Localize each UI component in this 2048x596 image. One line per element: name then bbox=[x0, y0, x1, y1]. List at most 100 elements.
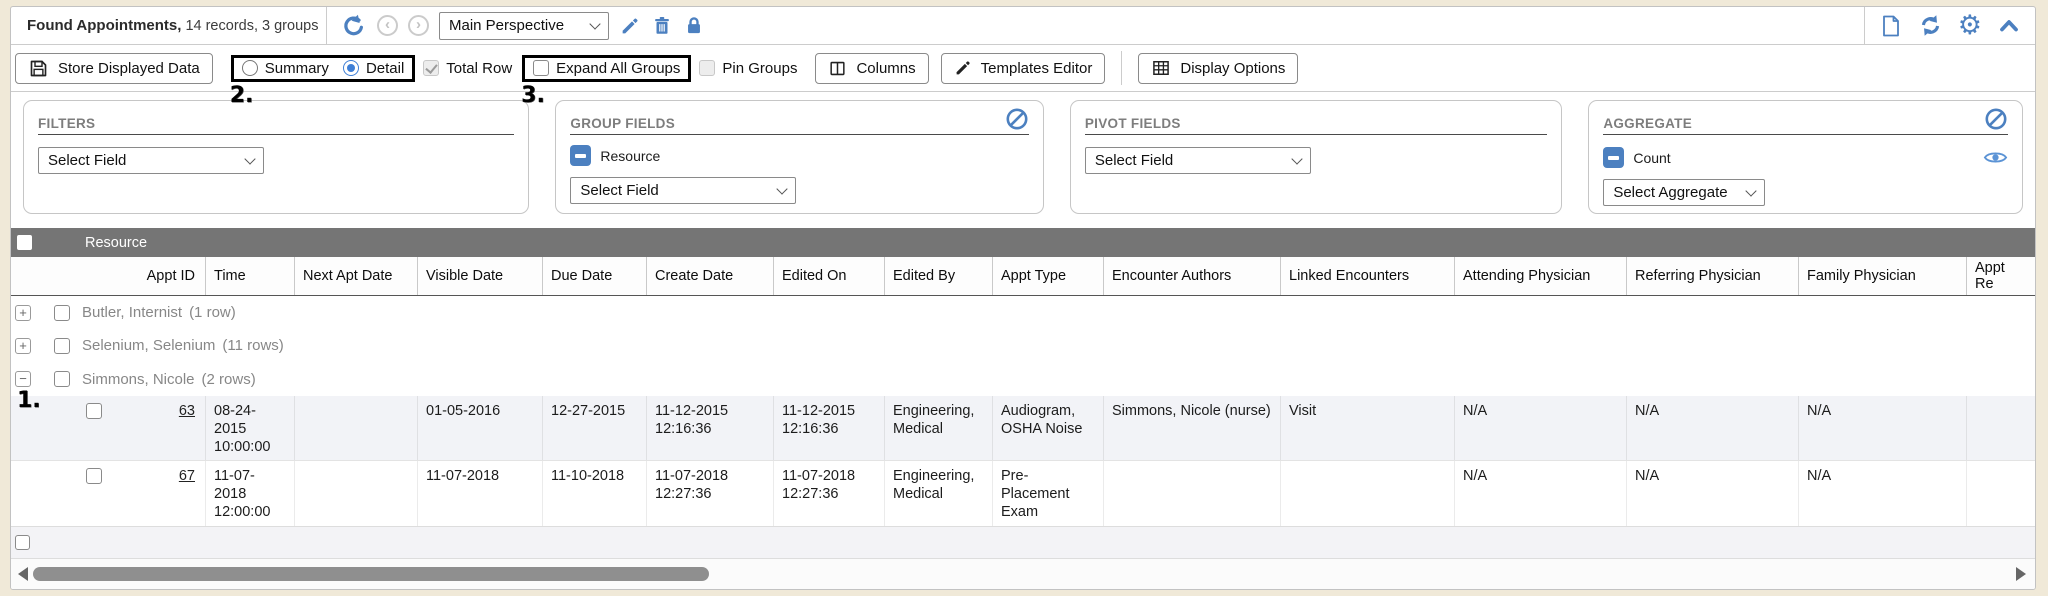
history-forward-icon[interactable]: › bbox=[408, 15, 429, 36]
column-header-appt-id[interactable]: Appt ID bbox=[11, 257, 206, 295]
record-count-text: 14 records, 3 groups bbox=[181, 18, 318, 34]
appt-id-cell: 63 bbox=[11, 396, 206, 460]
clear-aggregate-icon[interactable] bbox=[1984, 107, 2008, 131]
group-row-checkbox[interactable] bbox=[54, 305, 70, 321]
lock-perspective-icon[interactable] bbox=[683, 15, 705, 37]
column-header-due-date[interactable]: Due Date bbox=[543, 257, 647, 295]
group-column-bar: Resource bbox=[11, 228, 2035, 257]
column-header-attending-physician[interactable]: Attending Physician bbox=[1455, 257, 1627, 295]
due-date-cell: 11-10-2018 bbox=[543, 461, 647, 526]
pivot-field-select[interactable]: Select Field bbox=[1085, 147, 1311, 174]
store-displayed-data-button[interactable]: Store Displayed Data bbox=[15, 53, 213, 84]
column-header-time[interactable]: Time bbox=[206, 257, 295, 295]
chevron-down-icon bbox=[1746, 185, 1757, 196]
remove-resource-field-icon[interactable] bbox=[570, 145, 591, 166]
group-row-count: (1 row) bbox=[189, 304, 236, 321]
page-title: Found Appointments, 14 records, 3 groups bbox=[11, 7, 327, 44]
time-cell: 11-07-2018 12:00:00 bbox=[206, 461, 295, 526]
aggregate-chip-row: Count bbox=[1603, 145, 2008, 170]
column-header-appt-type[interactable]: Appt Type bbox=[993, 257, 1104, 295]
scroll-right-icon[interactable] bbox=[2016, 567, 2026, 581]
new-document-icon[interactable] bbox=[1879, 14, 1903, 38]
templates-editor-button[interactable]: Templates Editor bbox=[941, 53, 1106, 84]
column-header-linked-encounters[interactable]: Linked Encounters bbox=[1281, 257, 1455, 295]
expand-all-groups-item[interactable]: Expand All Groups bbox=[533, 60, 680, 77]
appt-id-link[interactable]: 67 bbox=[102, 467, 195, 485]
create-date-cell: 11-12-2015 12:16:36 bbox=[647, 396, 774, 460]
display-options-icon bbox=[1151, 58, 1171, 78]
column-header-appt-re[interactable]: Appt Re bbox=[1967, 257, 2035, 295]
encounter-authors-cell bbox=[1104, 461, 1281, 526]
aggregate-select-value: Select Aggregate bbox=[1613, 184, 1727, 201]
group-field-chip-row: Resource bbox=[570, 145, 1028, 166]
group-row-selenium: Selenium, Selenium (11 rows) bbox=[11, 329, 2035, 362]
column-header-next-apt-date[interactable]: Next Apt Date bbox=[295, 257, 418, 295]
column-header-visible-date[interactable]: Visible Date bbox=[418, 257, 543, 295]
pin-groups-item: Pin Groups bbox=[699, 60, 797, 77]
page-title-text: Found Appointments, bbox=[27, 17, 181, 34]
templates-editor-icon bbox=[954, 59, 972, 77]
pivot-fields-panel: PIVOT FIELDS Select Field bbox=[1070, 100, 1562, 214]
group-row-butler: Butler, Internist (1 row) bbox=[11, 296, 2035, 329]
collapse-panel-icon[interactable] bbox=[1997, 14, 2021, 38]
time-cell: 08-24-2015 10:00:00 bbox=[206, 396, 295, 460]
expand-group-icon[interactable] bbox=[15, 338, 31, 354]
undo-icon[interactable] bbox=[341, 13, 367, 39]
filters-field-select[interactable]: Select Field bbox=[38, 147, 264, 174]
detail-radio-item[interactable]: Detail bbox=[343, 60, 404, 77]
perspective-toolbar: ‹ › Main Perspective bbox=[341, 7, 705, 44]
summary-radio-item[interactable]: Summary bbox=[242, 60, 329, 77]
horizontal-scrollbar[interactable] bbox=[11, 558, 2035, 589]
row-checkbox[interactable] bbox=[86, 468, 102, 484]
group-field-select[interactable]: Select Field bbox=[570, 177, 796, 204]
column-header-referring-physician[interactable]: Referring Physician bbox=[1627, 257, 1799, 295]
collapse-group-icon[interactable] bbox=[15, 371, 31, 387]
scrollbar-thumb[interactable] bbox=[33, 567, 709, 581]
visibility-icon[interactable] bbox=[1983, 145, 2008, 170]
remove-count-aggregate-icon[interactable] bbox=[1603, 147, 1624, 168]
detail-radio[interactable] bbox=[343, 60, 359, 76]
group-row-name: Selenium, Selenium bbox=[82, 337, 215, 354]
expand-all-groups-checkbox[interactable] bbox=[533, 60, 549, 76]
edit-perspective-icon[interactable] bbox=[619, 15, 641, 37]
due-date-cell: 12-27-2015 bbox=[543, 396, 647, 460]
group-row-checkbox[interactable] bbox=[54, 338, 70, 354]
scroll-left-icon[interactable] bbox=[18, 567, 28, 581]
delete-perspective-icon[interactable] bbox=[651, 15, 673, 37]
group-row-name: Simmons, Nicole bbox=[82, 371, 195, 388]
detail-radio-label: Detail bbox=[366, 60, 404, 77]
group-fields-panel-title: GROUP FIELDS bbox=[570, 116, 675, 131]
clear-group-fields-icon[interactable] bbox=[1005, 107, 1029, 131]
column-header-family-physician[interactable]: Family Physician bbox=[1799, 257, 1967, 295]
appt-id-link[interactable]: 63 bbox=[102, 402, 195, 420]
expand-group-icon[interactable] bbox=[15, 305, 31, 321]
next-apt-date-cell bbox=[295, 461, 418, 526]
history-back-icon[interactable]: ‹ bbox=[377, 15, 398, 36]
aggregate-select[interactable]: Select Aggregate bbox=[1603, 179, 1765, 206]
chevron-down-icon bbox=[777, 183, 788, 194]
settings-icon[interactable]: ⚙ bbox=[1958, 12, 1982, 39]
chevron-down-icon bbox=[244, 153, 255, 164]
total-row-checkbox[interactable] bbox=[423, 60, 439, 76]
summary-radio[interactable] bbox=[242, 60, 258, 76]
perspective-select[interactable]: Main Perspective bbox=[439, 12, 609, 40]
footer-checkbox[interactable] bbox=[15, 535, 30, 550]
display-options-button[interactable]: Display Options bbox=[1138, 53, 1298, 84]
column-header-encounter-authors[interactable]: Encounter Authors bbox=[1104, 257, 1281, 295]
row-checkbox[interactable] bbox=[86, 403, 102, 419]
chevron-down-icon bbox=[589, 18, 600, 29]
query-builder-panels: FILTERS Select Field GROUP FIELDS Resour… bbox=[11, 92, 2035, 228]
select-all-checkbox[interactable] bbox=[17, 235, 32, 250]
columns-button[interactable]: Columns bbox=[815, 53, 928, 84]
column-header-edited-on[interactable]: Edited On bbox=[774, 257, 885, 295]
group-row-checkbox[interactable] bbox=[54, 371, 70, 387]
column-header-create-date[interactable]: Create Date bbox=[647, 257, 774, 295]
create-date-cell: 11-07-2018 12:27:36 bbox=[647, 461, 774, 526]
linked-encounters-cell bbox=[1281, 461, 1455, 526]
refresh-icon[interactable] bbox=[1918, 13, 1943, 38]
appt-type-cell: Audiogram, OSHA Noise bbox=[993, 396, 1104, 460]
panel-controls: ⚙ bbox=[1864, 7, 2035, 44]
column-header-edited-by[interactable]: Edited By bbox=[885, 257, 993, 295]
attending-physician-cell: N/A bbox=[1455, 396, 1627, 460]
pin-groups-checkbox[interactable] bbox=[699, 60, 715, 76]
